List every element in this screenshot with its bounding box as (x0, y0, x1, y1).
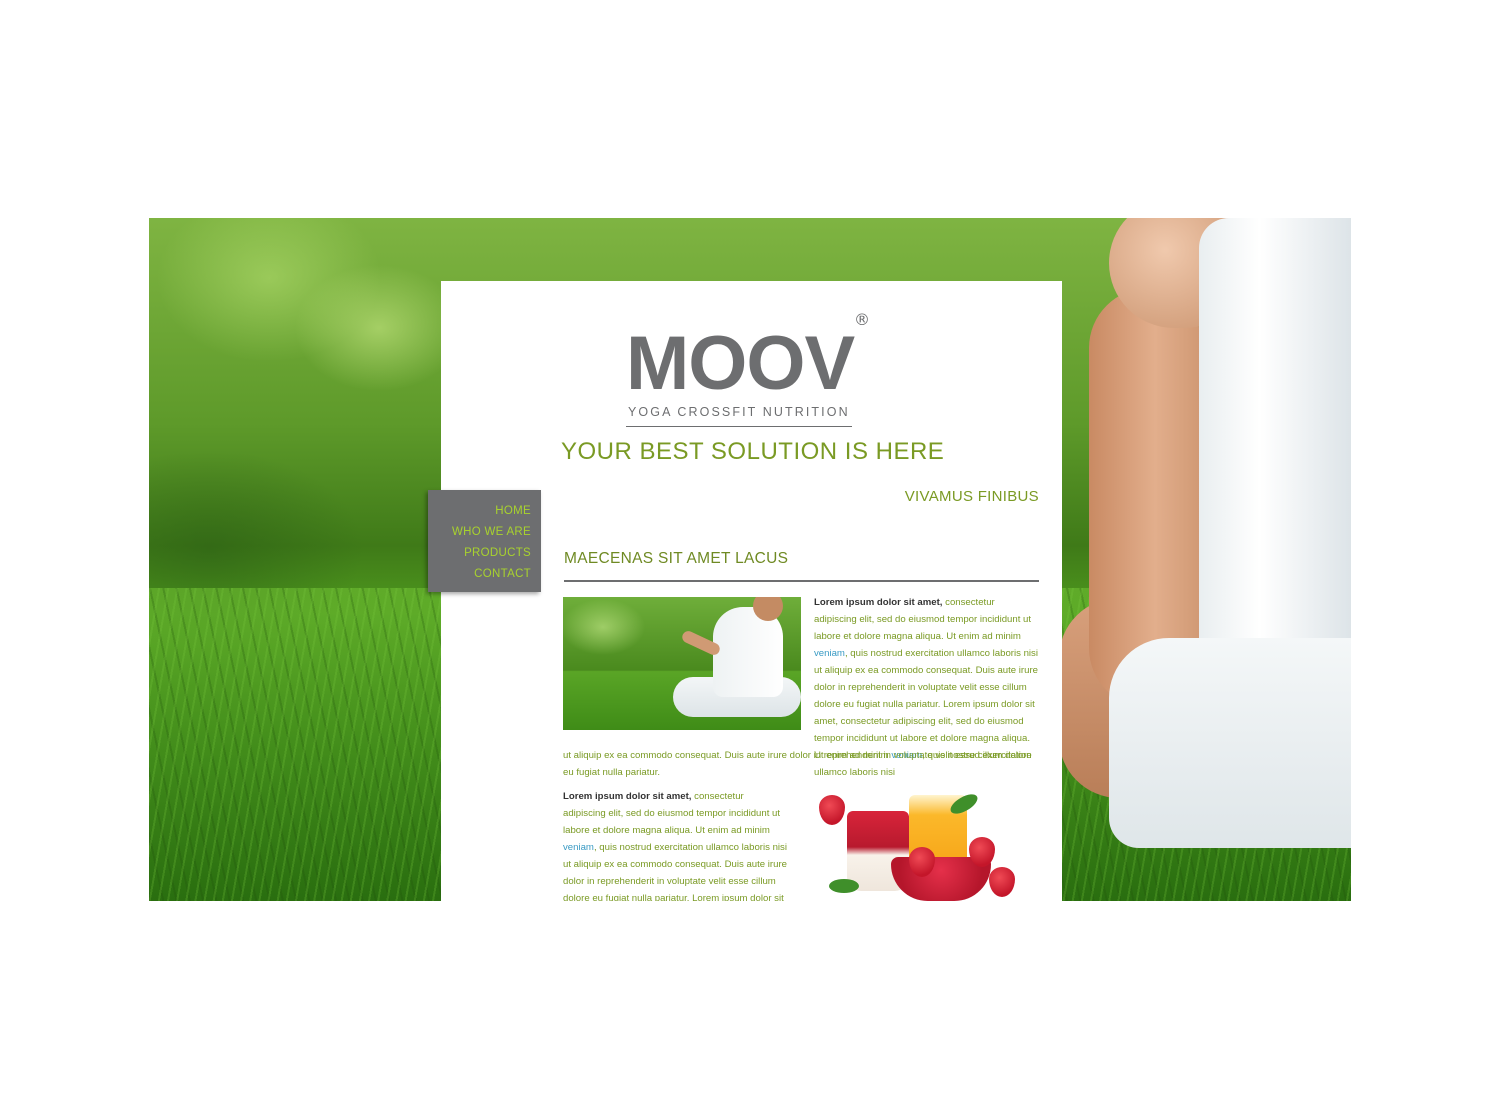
nav-item-home[interactable]: HOME (428, 501, 531, 522)
logo-wordmark: MOOV (626, 321, 855, 406)
nav-item-contact[interactable]: CONTACT (428, 564, 531, 585)
section-title: MAECENAS SIT AMET LACUS (564, 550, 789, 567)
inline-link[interactable]: veniam (814, 648, 845, 659)
yoga-woman-figure (1049, 218, 1351, 901)
paragraph-text: , quis nostrud exercitation ullamco labo… (814, 648, 1038, 761)
registered-mark: ® (854, 310, 870, 329)
side-navigation: HOME WHO WE ARE PRODUCTS CONTACT (428, 490, 541, 592)
section-divider (564, 580, 1039, 582)
logo-tagline: YOGA CROSSFIT NUTRITION (628, 405, 850, 419)
fruit-smoothie-image (799, 787, 1039, 901)
paragraph-lead: Lorem ipsum dolor sit amet, (814, 597, 943, 608)
hero-subheading: VIVAMUS FINIBUS (904, 488, 1039, 505)
nav-item-who-we-are[interactable]: WHO WE ARE (428, 522, 531, 543)
article-paragraph-2: Lorem ipsum dolor sit amet, consectetur … (563, 788, 787, 901)
moov-logo[interactable]: MOOV ® YOGA CROSSFIT NUTRITION (626, 310, 870, 427)
logo-underline (626, 426, 852, 427)
paragraph-text: , quis nostrud exercitation ullamco labo… (563, 842, 787, 901)
nav-item-products[interactable]: PRODUCTS (428, 543, 531, 564)
yoga-image (563, 597, 801, 730)
article-paragraph-1-continuation: ut aliquip ex ea commodo consequat. Duis… (563, 750, 1032, 778)
hero-headline: YOUR BEST SOLUTION IS HERE (561, 438, 945, 465)
paragraph-lead: Lorem ipsum dolor sit amet, (563, 791, 692, 802)
inline-link[interactable]: veniam (563, 842, 594, 853)
